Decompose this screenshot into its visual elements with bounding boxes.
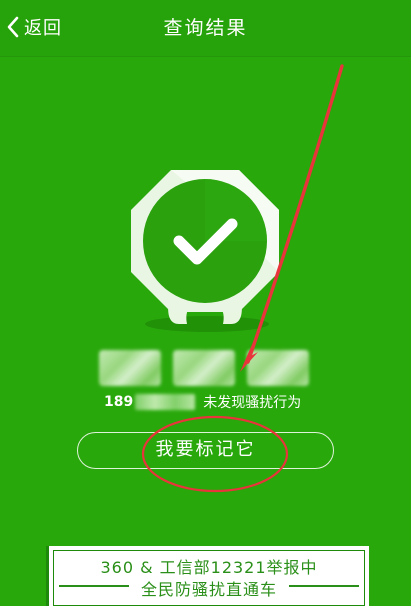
banner-line-1: 360 & 工信部12321举报中 bbox=[100, 558, 318, 577]
mark-it-button[interactable]: 我要标记它 bbox=[77, 432, 334, 469]
blurred-contact-name bbox=[99, 350, 309, 386]
status-text: 未发现骚扰行为 bbox=[203, 395, 302, 411]
banner-divider-right bbox=[289, 585, 359, 587]
top-bar: 返回 查询结果 bbox=[0, 0, 411, 57]
check-shield-icon bbox=[129, 168, 281, 337]
banner-line-2: 全民防骚扰直通车 bbox=[140, 580, 277, 599]
phone-number-mask bbox=[135, 394, 196, 410]
phone-number-line: 189 未发现骚扰行为 bbox=[104, 392, 301, 412]
phone-number-prefix: 189 bbox=[104, 394, 134, 410]
promo-banner[interactable]: 360 & 工信部12321举报中 全民防骚扰直通车 bbox=[46, 546, 369, 606]
page-title: 查询结果 bbox=[163, 17, 248, 39]
